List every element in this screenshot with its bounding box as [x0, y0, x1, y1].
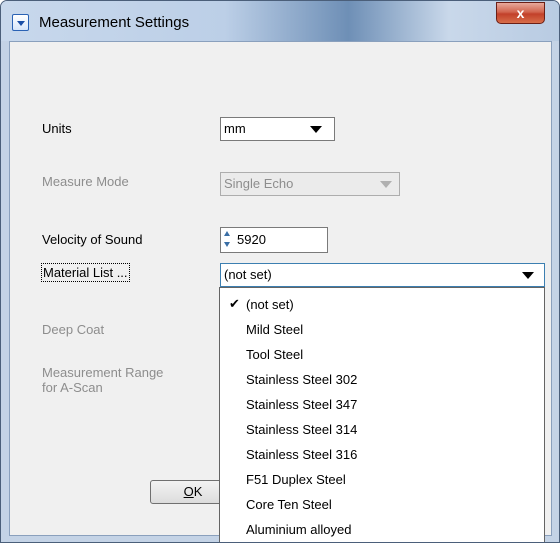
ok-label-accelerator: O — [183, 484, 194, 499]
close-icon: x — [516, 5, 525, 21]
ok-label: K — [193, 484, 203, 499]
dropdown-option[interactable]: Core Ten Steel — [220, 494, 544, 518]
velocity-label: Velocity of Sound — [42, 232, 143, 247]
dropdown-option-label: Tool Steel — [246, 347, 304, 362]
app-icon — [12, 14, 29, 31]
dropdown-option[interactable]: Mild Steel — [220, 319, 544, 343]
material-value: (not set) — [224, 267, 272, 282]
dropdown-option[interactable]: Tool Steel — [220, 344, 544, 368]
chevron-down-icon — [310, 126, 322, 133]
material-dropdown[interactable]: (not set) — [220, 263, 545, 287]
dropdown-option[interactable]: ✔ (not set) — [220, 294, 544, 318]
material-list-button[interactable]: Material List ... — [41, 263, 130, 282]
spin-down-icon[interactable] — [224, 242, 230, 247]
chevron-down-icon — [522, 272, 534, 279]
close-button[interactable]: x — [496, 2, 545, 24]
velocity-value: 5920 — [237, 232, 266, 247]
dropdown-option-label: Stainless Steel 314 — [246, 422, 358, 437]
units-value: mm — [224, 121, 246, 136]
measurement-range-label-line2: for A-Scan — [42, 380, 103, 395]
dropdown-option[interactable]: Stainless Steel 314 — [220, 419, 544, 443]
dropdown-option-label: Mild Steel — [246, 322, 304, 337]
dialog-window: Measurement Settings x Units mm Measure … — [0, 0, 560, 543]
dropdown-option-label: Aluminium alloyed — [246, 522, 352, 537]
dropdown-option-label: Core Ten Steel — [246, 497, 332, 512]
deep-coat-label: Deep Coat — [42, 322, 105, 337]
material-dropdown-list[interactable]: ✔ (not set) Mild Steel Tool Steel Stainless … — [219, 287, 545, 542]
title-bar[interactable]: Measurement Settings x — [1, 1, 559, 41]
measure-mode-value: Single Echo — [224, 176, 294, 191]
checkmark-icon: ✔ — [229, 296, 240, 311]
dropdown-option-label: (not set) — [246, 297, 294, 312]
dropdown-option-label: F51 Duplex Steel — [246, 472, 346, 487]
dropdown-option-label: Stainless Steel 347 — [246, 397, 358, 412]
spin-arrows[interactable] — [223, 230, 233, 250]
chevron-down-icon — [380, 181, 392, 188]
dropdown-option[interactable]: Aluminium alloyed — [220, 519, 544, 542]
measurement-range-label-line1: Measurement Range — [42, 365, 164, 380]
dropdown-option[interactable]: Stainless Steel 316 — [220, 444, 544, 468]
dropdown-option[interactable]: Stainless Steel 347 — [220, 394, 544, 418]
measure-mode-dropdown: Single Echo — [220, 172, 400, 196]
window-title: Measurement Settings — [39, 14, 190, 31]
dropdown-option[interactable]: F51 Duplex Steel — [220, 469, 544, 493]
measure-mode-label: Measure Mode — [42, 174, 129, 189]
units-dropdown[interactable]: mm — [220, 117, 335, 141]
dropdown-option-label: Stainless Steel 316 — [246, 447, 358, 462]
spin-up-icon[interactable] — [224, 231, 230, 236]
units-label: Units — [42, 121, 72, 136]
dropdown-option-label: Stainless Steel 302 — [246, 372, 358, 387]
velocity-spinbox[interactable]: 5920 — [220, 227, 328, 253]
dropdown-option[interactable]: Stainless Steel 302 — [220, 369, 544, 393]
measurement-range-label: Measurement Range for A-Scan — [42, 365, 163, 395]
